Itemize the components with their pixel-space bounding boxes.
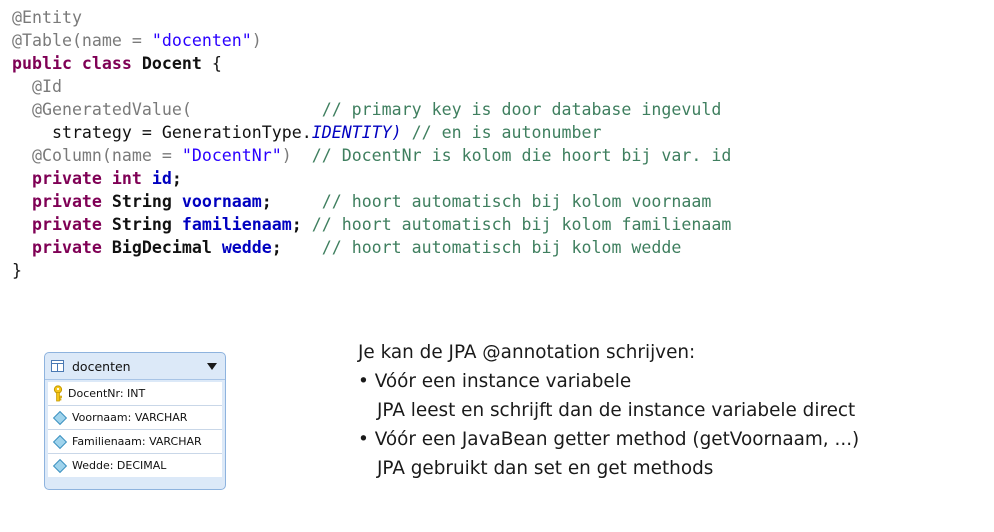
column-name-string: "DocentNr" [181,146,282,165]
diamond-icon [52,410,68,425]
code-line-11: private BigDecimal wedde; // hoort autom… [12,236,731,259]
generated-value-annotation: @GeneratedValue( [12,100,192,119]
strategy-assignment: strategy = GenerationType. [12,123,312,142]
id-field-semicolon: ; [171,169,182,188]
wedde-comment: // hoort automatisch bij kolom wedde [321,238,682,257]
notes-heading: Je kan de JPA @annotation schrijven: [358,342,696,363]
code-line-10: private String familienaam; // hoort aut… [12,213,731,236]
column-annotation-close: ) [281,146,292,165]
voornaam-field-type: String [101,192,182,211]
primary-key-comment: // primary key is door database ingevuld [321,100,722,119]
voornaam-field-keyword: private [12,192,102,211]
notes-bullet-2: • Vóór een JavaBean getter method (getVo… [358,429,860,450]
wedde-field-name: wedde [221,238,272,257]
class-name: Docent [131,54,212,73]
code-line-3: public class Docent { [12,52,731,75]
code-line-9: private String voornaam; // hoort automa… [12,190,731,213]
key-icon [52,385,64,402]
notes-bullet-1-sub: JPA leest en schrijft dan de instance va… [377,400,856,421]
db-column-row: Familienaam: VARCHAR [48,430,222,454]
db-column-label: Voornaam: VARCHAR [72,411,188,424]
id-field-keywords: private int [12,169,142,188]
db-column-row: DocentNr: INT [48,382,222,406]
voornaam-field-semicolon: ; [261,192,272,211]
db-table-title: docenten [72,358,131,374]
familienaam-field-keyword: private [12,215,102,234]
familienaam-comment: // hoort automatisch bij kolom familiena… [311,215,732,234]
db-column-row: Voornaam: VARCHAR [48,406,222,430]
table-annotation: @Table(name = [12,31,152,50]
db-table-widget: docenten DocentNr: INT Voornaam: VARCHAR… [44,352,226,490]
voornaam-field-name: voornaam [181,192,262,211]
code-line-7: @Column(name = "DocentNr") // DocentNr i… [12,144,731,167]
db-table-header[interactable]: docenten [45,353,225,380]
column-annotation: @Column(name = [12,146,182,165]
db-column-list: DocentNr: INT Voornaam: VARCHAR Familien… [48,382,222,477]
code-line-4: @Id [12,75,731,98]
strategy-close: ) [391,123,402,142]
notes-block: Je kan de JPA @annotation schrijven: • V… [358,338,859,483]
entity-annotation: @Entity [12,8,82,27]
voornaam-comment: // hoort automatisch bij kolom voornaam [321,192,712,211]
class-open-brace: { [211,54,222,73]
db-column-label: DocentNr: INT [68,387,146,400]
id-annotation: @Id [12,77,62,96]
table-annotation-close: ) [251,31,262,50]
code-line-1: @Entity [12,6,731,29]
class-close-brace: } [12,261,22,280]
db-column-row: Wedde: DECIMAL [48,454,222,477]
code-line-2: @Table(name = "docenten") [12,29,731,52]
table-icon [51,360,64,372]
id-field-name: id [151,169,172,188]
notes-bullet-2-sub: JPA gebruikt dan set en get methods [377,458,714,479]
diamond-icon [52,434,68,449]
dropdown-arrow-icon[interactable] [207,362,217,370]
docentnr-comment: // DocentNr is kolom die hoort bij var. … [311,146,732,165]
autonumber-comment: // en is autonumber [401,123,602,142]
code-listing: @Entity @Table(name = "docenten") public c… [12,6,731,282]
db-column-label: Familienaam: VARCHAR [72,435,202,448]
code-line-8: private int id; [12,167,731,190]
wedde-field-keyword: private [12,238,102,257]
code-line-6: strategy = GenerationType.IDENTITY) // e… [12,121,731,144]
familienaam-field-name: familienaam [181,215,292,234]
familienaam-field-type: String [101,215,182,234]
diamond-icon [52,458,68,473]
wedde-field-semicolon: ; [271,238,282,257]
db-column-label: Wedde: DECIMAL [72,459,167,472]
class-keywords: public class [12,54,132,73]
notes-bullet-1: • Vóór een instance variabele [358,371,632,392]
table-name-string: "docenten" [151,31,252,50]
identity-enum: IDENTITY [311,123,392,142]
code-line-5: @GeneratedValue( // primary key is door … [12,98,731,121]
wedde-field-type: BigDecimal [101,238,222,257]
familienaam-field-semicolon: ; [291,215,302,234]
code-line-12: } [12,259,731,282]
